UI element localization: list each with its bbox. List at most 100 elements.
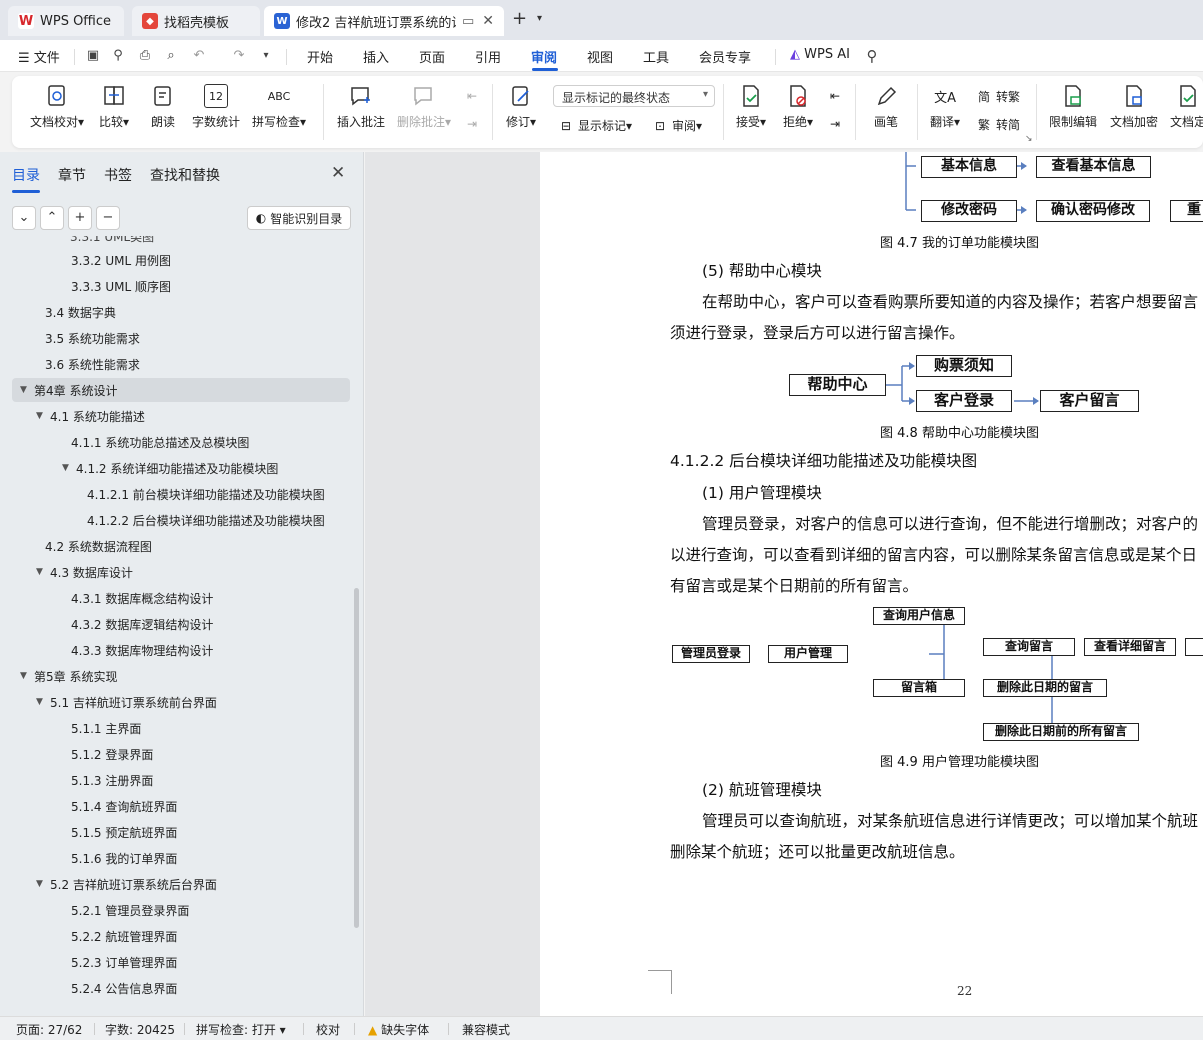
- toc-item[interactable]: 5.2.3 订单管理界面: [12, 950, 350, 974]
- expand-arrow-icon[interactable]: ▼: [36, 567, 50, 577]
- redo-icon[interactable]: ↷: [231, 48, 247, 64]
- toc-item[interactable]: ▼ 5.2 吉祥航班订票系统后台界面: [12, 872, 350, 896]
- menu-page[interactable]: 页面: [419, 47, 445, 66]
- tab-chapters[interactable]: 章节: [58, 165, 86, 185]
- document-page[interactable]: 基本信息 查看基本信息 修改密码 确认密码修改 重 图 4.7 我的订单功能模块…: [540, 152, 1203, 1016]
- tab-toc[interactable]: 目录: [12, 165, 40, 185]
- toc-item[interactable]: 4.2 系统数据流程图: [12, 534, 350, 558]
- to-simplified-button[interactable]: 繁转简: [976, 116, 1020, 133]
- toc-item[interactable]: ▼ 5.1 吉祥航班订票系统前台界面: [12, 690, 350, 714]
- word-count-indicator[interactable]: 字数: 20425: [105, 1021, 175, 1038]
- toc-item[interactable]: 4.3.1 数据库概念结构设计: [12, 586, 350, 610]
- screen-icon[interactable]: ▭: [462, 14, 474, 29]
- toc-item[interactable]: 3.3.1 UML类图: [12, 236, 350, 248]
- toc-item[interactable]: 4.1.2.2 后台模块详细功能描述及功能模块图: [12, 508, 350, 532]
- wps-ai-button[interactable]: ◭ WPS AI: [790, 47, 850, 62]
- next-change-button[interactable]: ⇥: [827, 116, 847, 132]
- close-icon[interactable]: ✕: [482, 13, 494, 29]
- toc-item[interactable]: 3.6 系统性能需求: [12, 352, 350, 376]
- finalize-button[interactable]: 文档定: [1170, 84, 1203, 130]
- toc-item[interactable]: ▼ 4.1 系统功能描述: [12, 404, 350, 428]
- tab-wps-office[interactable]: W WPS Office: [8, 6, 124, 36]
- insert-comment-button[interactable]: 插入批注: [337, 84, 385, 130]
- dialog-launcher-icon[interactable]: ↘: [1025, 134, 1033, 144]
- review-pane-button[interactable]: ⊡ 审阅 ▾: [652, 117, 702, 134]
- toc-item[interactable]: 5.1.4 查询航班界面: [12, 794, 350, 818]
- smart-toc-button[interactable]: ◐ 智能识别目录: [247, 206, 351, 230]
- menu-tools[interactable]: 工具: [643, 47, 669, 66]
- doc-check-button[interactable]: 文档校对▾: [30, 84, 84, 130]
- toc-item[interactable]: 3.3.3 UML 顺序图: [12, 274, 350, 298]
- reject-button[interactable]: 拒绝▾: [783, 84, 813, 130]
- toc-item[interactable]: 3.3.2 UML 用例图: [12, 248, 350, 272]
- share-icon[interactable]: ⚲: [110, 48, 126, 64]
- delete-comment-button[interactable]: 删除批注▾: [397, 84, 451, 130]
- menu-insert[interactable]: 插入: [363, 47, 389, 66]
- toc-item[interactable]: 5.1.3 注册界面: [12, 768, 350, 792]
- menu-member[interactable]: 会员专享: [699, 47, 751, 66]
- menu-references[interactable]: 引用: [475, 47, 501, 66]
- restrict-editing-button[interactable]: 限制编辑: [1049, 84, 1097, 130]
- tab-docer[interactable]: ◆ 找稻壳模板: [132, 6, 260, 36]
- missing-font-indicator[interactable]: ▲ 缺失字体: [368, 1021, 429, 1038]
- prev-change-button[interactable]: ⇤: [827, 88, 847, 104]
- tab-document[interactable]: W 修改2 吉祥航班订票系统的设计 ▭ ✕: [264, 6, 504, 36]
- print-icon[interactable]: ⎙: [137, 48, 153, 64]
- toc-item[interactable]: 4.1.2.1 前台模块详细功能描述及功能模块图: [12, 482, 350, 506]
- expand-arrow-icon[interactable]: ▼: [20, 385, 34, 395]
- toc-item[interactable]: 5.1.6 我的订单界面: [12, 846, 350, 870]
- spell-check-button[interactable]: ABC 拼写检查▾: [252, 84, 306, 130]
- chevron-down-icon[interactable]: ▾: [537, 13, 542, 24]
- spell-check-indicator[interactable]: 拼写检查: 打开 ▾: [196, 1021, 286, 1038]
- expand-arrow-icon[interactable]: ▼: [62, 463, 76, 473]
- toc-item[interactable]: 3.5 系统功能需求: [12, 326, 350, 350]
- menu-review[interactable]: 审阅: [531, 47, 557, 66]
- toc-item[interactable]: 4.3.3 数据库物理结构设计: [12, 638, 350, 662]
- toc-item[interactable]: 5.1.5 预定航班界面: [12, 820, 350, 844]
- undo-icon[interactable]: ↶: [191, 48, 207, 64]
- toc-item[interactable]: 5.2.1 管理员登录界面: [12, 898, 350, 922]
- tab-find-replace[interactable]: 查找和替换: [150, 165, 220, 185]
- toc-item[interactable]: ▼ 第5章 系统实现: [12, 664, 350, 688]
- toc-item[interactable]: 3.4 数据字典: [12, 300, 350, 324]
- toc-item[interactable]: 5.1.1 主界面: [12, 716, 350, 740]
- save-icon[interactable]: ▣: [85, 48, 101, 64]
- translate-button[interactable]: 文A 翻译▾: [930, 84, 960, 130]
- encrypt-button[interactable]: 文档加密: [1110, 84, 1158, 130]
- markup-mode-select[interactable]: 显示标记的最终状态 ▾: [553, 85, 715, 107]
- read-aloud-button[interactable]: 朗读: [151, 84, 175, 130]
- to-traditional-button[interactable]: 简转繁: [976, 88, 1020, 105]
- toc-item[interactable]: 5.2.4 公告信息界面: [12, 976, 350, 1000]
- next-comment-button[interactable]: ⇥: [464, 116, 484, 132]
- toc-item[interactable]: ▼ 4.3 数据库设计: [12, 560, 350, 584]
- toc-item[interactable]: 4.1.1 系统功能总描述及总模块图: [12, 430, 350, 454]
- menu-view[interactable]: 视图: [587, 47, 613, 66]
- add-heading-button[interactable]: +: [68, 206, 92, 230]
- remove-heading-button[interactable]: −: [96, 206, 120, 230]
- collapse-button[interactable]: ⌄: [12, 206, 36, 230]
- pen-button[interactable]: 画笔: [874, 84, 898, 130]
- toc-item[interactable]: 5.2.2 航班管理界面: [12, 924, 350, 948]
- close-icon[interactable]: ✕: [331, 163, 345, 183]
- scrollbar[interactable]: [354, 588, 359, 928]
- proofread-indicator[interactable]: 校对: [316, 1021, 340, 1038]
- chevron-down-icon[interactable]: ▾: [258, 48, 274, 64]
- track-changes-button[interactable]: 修订▾: [506, 84, 536, 130]
- expand-arrow-icon[interactable]: ▼: [20, 671, 34, 681]
- expand-button[interactable]: ⌃: [40, 206, 64, 230]
- toc-item[interactable]: 4.3.2 数据库逻辑结构设计: [12, 612, 350, 636]
- print-preview-icon[interactable]: ⌕: [163, 48, 179, 64]
- prev-comment-button[interactable]: ⇤: [464, 88, 484, 104]
- expand-arrow-icon[interactable]: ▼: [36, 697, 50, 707]
- expand-arrow-icon[interactable]: ▼: [36, 879, 50, 889]
- new-tab-button[interactable]: +: [512, 8, 527, 29]
- accept-button[interactable]: 接受▾: [736, 84, 766, 130]
- toc-item[interactable]: ▼ 4.1.2 系统详细功能描述及功能模块图: [12, 456, 350, 480]
- file-menu[interactable]: ☰ 文件: [18, 47, 60, 66]
- toc-item[interactable]: ▼ 第4章 系统设计: [12, 378, 350, 402]
- compare-button[interactable]: 比较▾: [99, 84, 129, 130]
- show-markup-button[interactable]: ⊟ 显示标记 ▾: [558, 117, 632, 134]
- expand-arrow-icon[interactable]: ▼: [36, 411, 50, 421]
- page-indicator[interactable]: 页面: 27/62: [16, 1021, 82, 1038]
- tab-bookmarks[interactable]: 书签: [104, 165, 132, 185]
